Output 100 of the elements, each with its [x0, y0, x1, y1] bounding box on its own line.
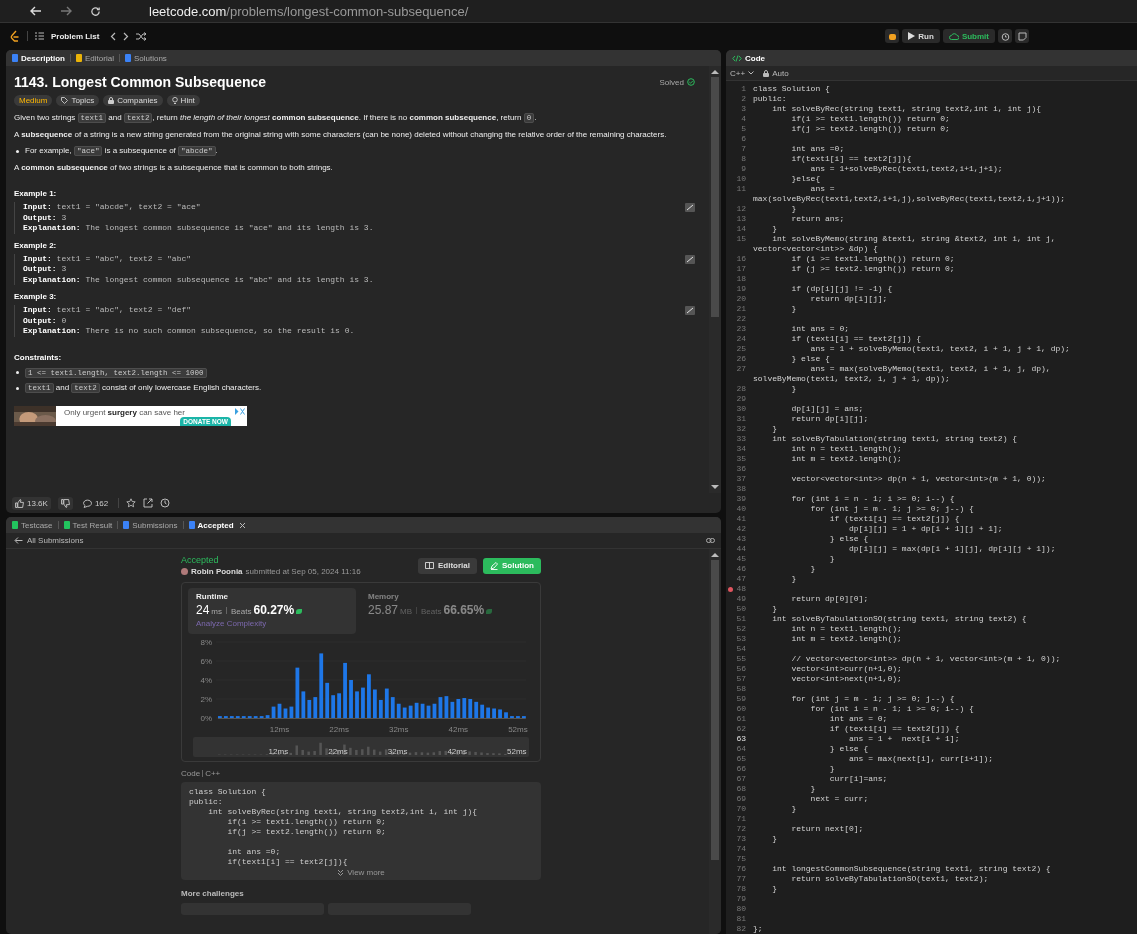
- bar[interactable]: [331, 695, 336, 718]
- bar[interactable]: [289, 706, 294, 718]
- author-name[interactable]: Robin Poonia: [191, 567, 243, 576]
- comments-button[interactable]: 162: [79, 496, 112, 510]
- bar[interactable]: [420, 703, 425, 718]
- tag-button[interactable]: Topics: [56, 95, 100, 106]
- bar[interactable]: [319, 653, 324, 718]
- shuffle-icon[interactable]: [136, 31, 147, 41]
- scroll-up-icon[interactable]: [711, 552, 719, 558]
- line-number: 17: [735, 264, 746, 274]
- bar[interactable]: [438, 697, 443, 718]
- breakpoint-dot[interactable]: [727, 586, 733, 592]
- code-tab[interactable]: Code: [732, 53, 765, 63]
- forward-icon[interactable]: [60, 6, 72, 16]
- panel-tab[interactable]: Submissions: [123, 520, 178, 530]
- editorial-button[interactable]: Editorial: [418, 557, 477, 574]
- like-button[interactable]: 13.6K: [12, 496, 51, 510]
- scroll-up-icon[interactable]: [711, 69, 719, 75]
- next-icon[interactable]: [123, 31, 130, 41]
- panel-tab[interactable]: Test Result: [63, 520, 113, 530]
- bar[interactable]: [361, 687, 365, 718]
- bar[interactable]: [480, 704, 485, 718]
- language-dropdown[interactable]: C++: [730, 68, 755, 78]
- bar[interactable]: [486, 707, 491, 718]
- bar[interactable]: [378, 699, 383, 718]
- visualize-icon[interactable]: [685, 254, 695, 264]
- visualize-icon[interactable]: [685, 203, 695, 212]
- view-more-button[interactable]: View more: [337, 868, 385, 877]
- code-line: if (j >= text2.length()) return 0;: [790, 264, 955, 274]
- bar[interactable]: [408, 705, 413, 718]
- bar[interactable]: [492, 708, 496, 718]
- bar[interactable]: [390, 697, 395, 718]
- panel-tab[interactable]: Description: [12, 53, 65, 63]
- submit-button[interactable]: Submit: [942, 29, 995, 43]
- bar[interactable]: [307, 699, 312, 718]
- bar[interactable]: [450, 701, 455, 718]
- bar[interactable]: [283, 708, 288, 718]
- thumbs-down-icon[interactable]: [60, 498, 70, 508]
- example-line: Output: 3: [23, 212, 68, 223]
- panel-tab[interactable]: Testcase: [12, 520, 53, 530]
- bar[interactable]: [474, 701, 479, 718]
- bar[interactable]: [462, 698, 467, 718]
- panel-tab[interactable]: Solutions: [124, 53, 167, 63]
- problem-list-link[interactable]: Problem List: [51, 31, 100, 41]
- code-line: int solveByRec(string text1, string text2,int i, int j){: [771, 104, 1042, 114]
- stat-unit: MB: [400, 607, 413, 616]
- line-number: 46: [735, 564, 746, 574]
- bar[interactable]: [498, 709, 502, 718]
- line-number: 8: [740, 154, 746, 164]
- visualize-icon[interactable]: [685, 306, 695, 315]
- all-submissions-link[interactable]: All Submissions: [14, 536, 84, 545]
- bar[interactable]: [373, 689, 377, 718]
- bar[interactable]: [468, 699, 473, 718]
- bar[interactable]: [396, 703, 401, 718]
- auto-mode-label[interactable]: Auto: [763, 68, 789, 78]
- panel-tab[interactable]: Editorial: [76, 53, 114, 63]
- code-line: return dp[i][j];: [809, 294, 888, 304]
- bar[interactable]: [444, 696, 449, 718]
- bar[interactable]: [313, 697, 318, 718]
- panel-tab[interactable]: Accepted: [188, 520, 234, 530]
- bar[interactable]: [426, 705, 431, 718]
- bar[interactable]: [414, 702, 419, 718]
- bar[interactable]: [295, 667, 300, 718]
- bar[interactable]: [456, 699, 461, 718]
- note-icon[interactable]: [1017, 31, 1027, 41]
- bar[interactable]: [402, 707, 407, 718]
- link-icon[interactable]: [706, 537, 715, 544]
- list-icon[interactable]: [35, 32, 44, 40]
- bar[interactable]: [355, 691, 359, 718]
- run-button[interactable]: Run: [902, 29, 940, 43]
- scrollbar[interactable]: [709, 549, 721, 934]
- address-bar[interactable]: leetcode.com/problems/longest-common-subsequence/: [149, 3, 469, 19]
- star-icon[interactable]: [126, 498, 137, 508]
- stat-tab[interactable]: Runtime 24 ms Beats 60.27% Analyze Complexity: [188, 588, 356, 634]
- logo-icon[interactable]: [10, 30, 20, 42]
- line-number: 54: [735, 644, 746, 654]
- tag-button[interactable]: Hint: [166, 95, 200, 106]
- back-icon[interactable]: [30, 6, 42, 16]
- bar[interactable]: [265, 715, 270, 718]
- bar[interactable]: [277, 703, 282, 718]
- code-line: }: [771, 604, 777, 614]
- tag-button[interactable]: Companies: [103, 95, 163, 106]
- line-number: 10: [735, 174, 746, 184]
- bar[interactable]: [301, 691, 306, 718]
- bar[interactable]: [504, 712, 508, 718]
- bar[interactable]: [384, 688, 389, 718]
- previous-icon[interactable]: [110, 31, 117, 41]
- chevrons-down-icon: [337, 869, 345, 876]
- scrollbar[interactable]: [709, 66, 721, 493]
- reload-icon[interactable]: [90, 5, 101, 17]
- scroll-down-icon[interactable]: [711, 484, 719, 490]
- bar[interactable]: [325, 682, 330, 718]
- example-heading: Example 2:: [14, 240, 58, 250]
- code-line: if(j >= text2.length()) return 0;: [790, 124, 950, 134]
- bar[interactable]: [432, 703, 437, 718]
- alarm-icon[interactable]: [1000, 31, 1010, 41]
- share-icon[interactable]: [143, 498, 154, 508]
- clock-icon[interactable]: [160, 498, 171, 508]
- ad-info-icon[interactable]: [235, 407, 245, 415]
- close-icon[interactable]: [238, 521, 246, 529]
